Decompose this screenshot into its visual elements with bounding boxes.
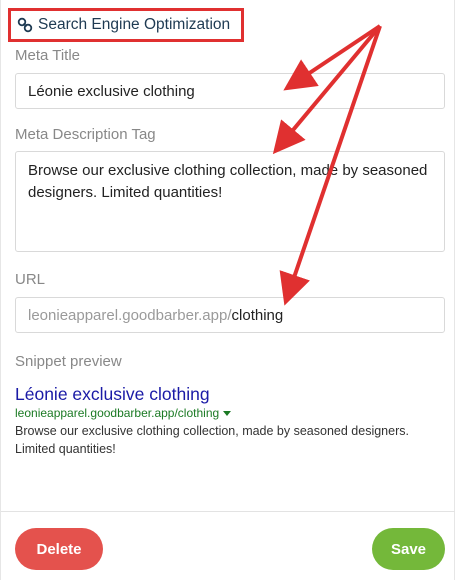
- footer-divider: [1, 511, 455, 512]
- snippet-title: Léonie exclusive clothing: [15, 384, 210, 404]
- save-button[interactable]: Save: [372, 528, 445, 570]
- url-slug: clothing: [231, 306, 284, 324]
- meta-title-input[interactable]: Léonie exclusive clothing: [15, 73, 445, 109]
- seo-section-header: Search Engine Optimization: [8, 8, 244, 42]
- delete-button[interactable]: Delete: [15, 528, 103, 570]
- caret-down-icon: [223, 410, 232, 416]
- meta-title-label: Meta Title: [15, 47, 81, 64]
- link-icon: [17, 17, 33, 33]
- seo-panel: Search Engine Optimization Meta Title Lé…: [0, 0, 455, 580]
- meta-description-value: Browse our exclusive clothing collection…: [28, 162, 428, 201]
- snippet-url: leonieapparel.goodbarber.app/clothing: [15, 406, 232, 420]
- url-label: URL: [15, 271, 46, 288]
- section-title: Search Engine Optimization: [38, 16, 231, 33]
- snippet-url-text: leonieapparel.goodbarber.app/clothing: [15, 406, 220, 420]
- url-input[interactable]: leonieapparel.goodbarber.app/clothing: [15, 297, 445, 333]
- meta-title-value: Léonie exclusive clothing: [28, 82, 195, 100]
- url-prefix: leonieapparel.goodbarber.app/: [28, 306, 232, 324]
- meta-description-label: Meta Description Tag: [15, 126, 156, 143]
- snippet-description: Browse our exclusive clothing collection…: [15, 424, 409, 456]
- meta-description-textarea[interactable]: Browse our exclusive clothing collection…: [15, 151, 445, 252]
- snippet-preview-label: Snippet preview: [15, 353, 122, 370]
